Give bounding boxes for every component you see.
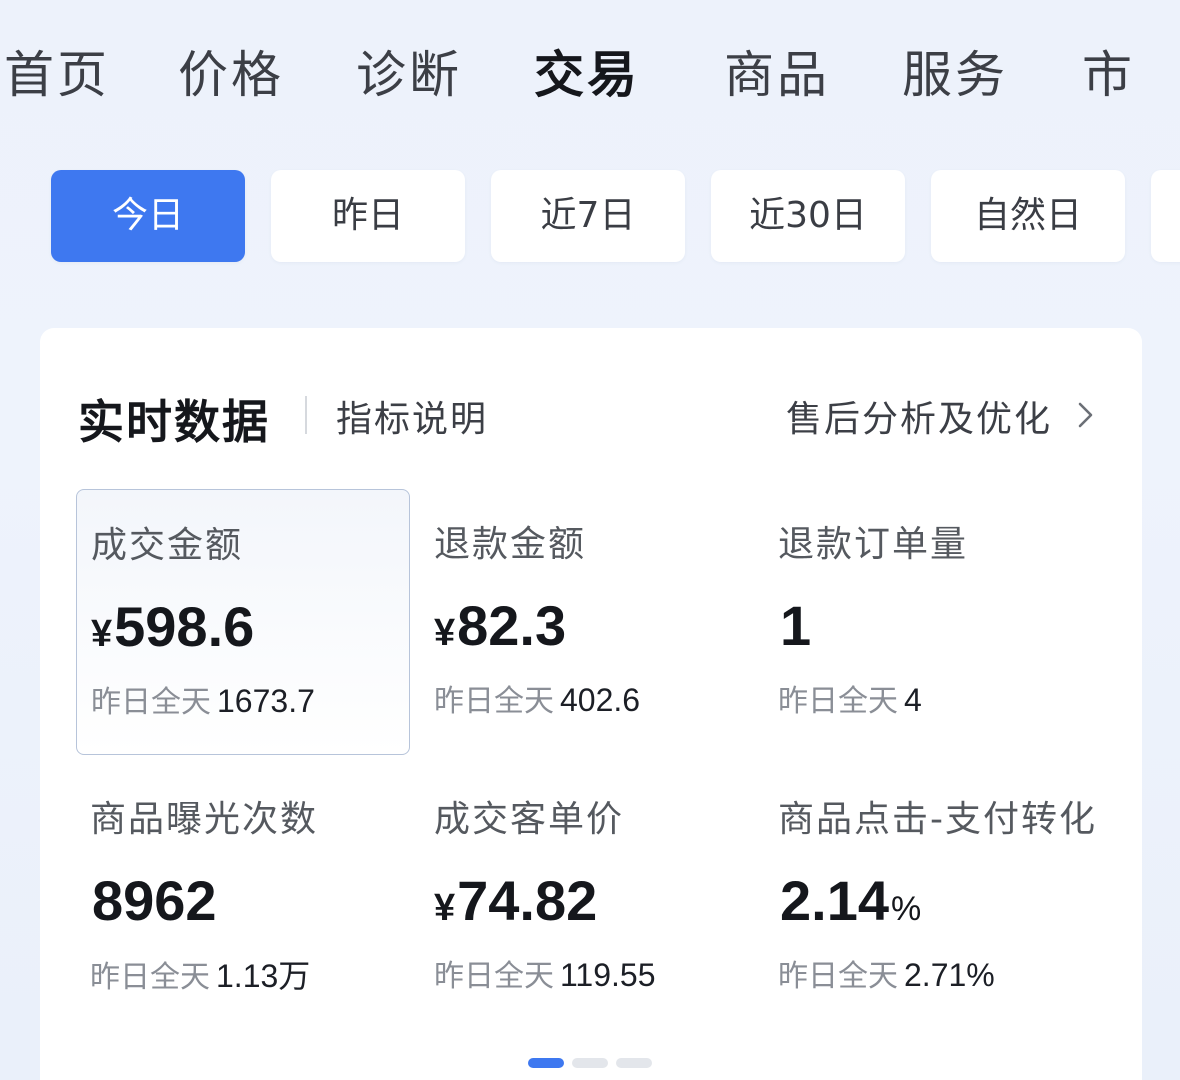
chevron-right-icon[interactable] [1072, 400, 1098, 430]
metric-previous: 昨日全天 402.6 [434, 682, 641, 719]
metric-label: 成交金额 [91, 525, 244, 566]
nav-tab-price[interactable]: 价格 [178, 40, 284, 110]
metric-label: 退款金额 [434, 524, 587, 565]
metric-value: 1 [780, 594, 812, 657]
date-filter-30days[interactable]: 近30日 [711, 170, 905, 262]
card-title: 实时数据 [78, 395, 270, 449]
metric-click-pay-conversion[interactable]: 商品点击-支付转化 2.14% 昨日全天 2.71% [764, 764, 1098, 1030]
metric-label: 商品曝光次数 [90, 799, 319, 840]
metric-previous: 昨日全天 4 [778, 682, 922, 719]
metric-label: 成交客单价 [434, 799, 625, 840]
pagination-dot-2[interactable] [572, 1058, 608, 1068]
metric-exposure[interactable]: 商品曝光次数 8962 昨日全天 1.13万 [76, 764, 410, 1030]
pagination-dot-3[interactable] [616, 1058, 652, 1068]
date-filter-more[interactable] [1151, 170, 1180, 262]
realtime-data-card: 实时数据 指标说明 售后分析及优化 成交金额 ¥598.6 昨日全天 1673.7… [40, 328, 1142, 1080]
nav-tab-trade[interactable]: 交易 [534, 40, 640, 110]
nav-tab-service[interactable]: 服务 [902, 40, 1008, 110]
metric-value: ¥74.82 [434, 869, 598, 932]
metric-refund-orders[interactable]: 退款订单量 1 昨日全天 4 [764, 489, 1098, 755]
metric-value: 8962 [92, 869, 217, 932]
metric-value: ¥82.3 [434, 594, 567, 657]
metric-previous: 昨日全天 1673.7 [91, 683, 315, 720]
nav-tab-market[interactable]: 市 [1082, 40, 1135, 110]
metric-value: ¥598.6 [91, 595, 255, 658]
top-nav: 首页 价格 诊断 交易 商品 服务 市 [0, 40, 1180, 120]
metric-refund-amount[interactable]: 退款金额 ¥82.3 昨日全天 402.6 [420, 489, 754, 755]
metric-label: 商品点击-支付转化 [778, 799, 1097, 840]
metric-previous: 昨日全天 1.13万 [90, 958, 311, 995]
date-filter-yesterday[interactable]: 昨日 [271, 170, 465, 262]
nav-tab-diagnosis[interactable]: 诊断 [356, 40, 462, 110]
date-filter-7days[interactable]: 近7日 [491, 170, 685, 262]
metric-value: 2.14% [780, 869, 922, 932]
date-filter-today[interactable]: 今日 [51, 170, 245, 262]
nav-tab-home[interactable]: 首页 [4, 40, 110, 110]
metric-previous: 昨日全天 2.71% [778, 957, 995, 994]
title-divider [305, 396, 307, 434]
metric-gmv[interactable]: 成交金额 ¥598.6 昨日全天 1673.7 [76, 489, 410, 755]
aftersale-analysis-link[interactable]: 售后分析及优化 [786, 390, 1052, 442]
pagination-dot-1[interactable] [528, 1058, 564, 1068]
metric-previous: 昨日全天 119.55 [434, 957, 656, 994]
metric-label: 退款订单量 [778, 524, 969, 565]
metric-avg-order-value[interactable]: 成交客单价 ¥74.82 昨日全天 119.55 [420, 764, 754, 1030]
date-filter-natural-day[interactable]: 自然日 [931, 170, 1125, 262]
metric-help-link[interactable]: 指标说明 [336, 390, 488, 442]
trade-page: 首页 价格 诊断 交易 商品 服务 市 今日 昨日 近7日 近30日 自然日 实… [0, 0, 1180, 1080]
nav-tab-goods[interactable]: 商品 [724, 40, 830, 110]
